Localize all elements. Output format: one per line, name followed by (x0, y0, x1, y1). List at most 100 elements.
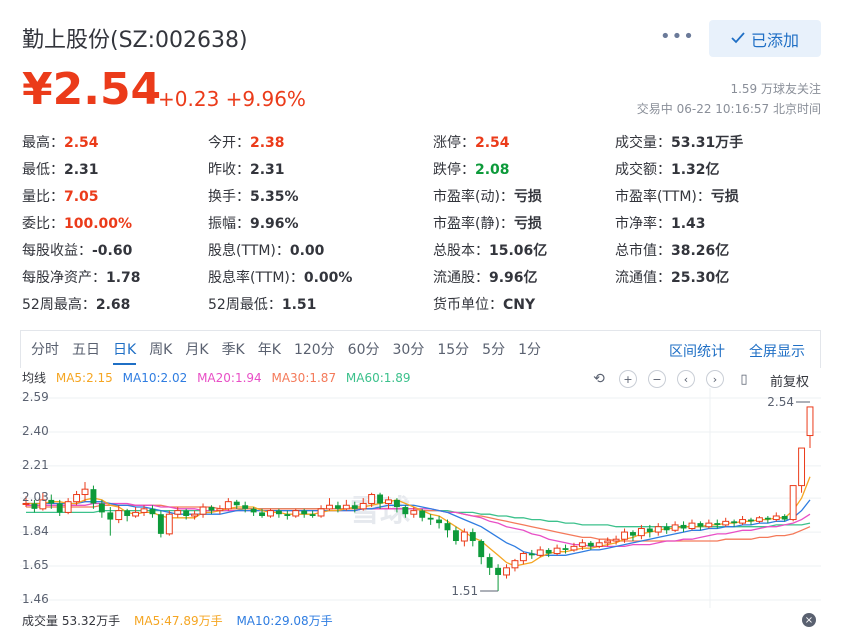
quote-label: 最高： (22, 135, 64, 151)
candle-body (789, 485, 797, 521)
candle-body (224, 501, 232, 510)
quote-value: 100.00% (64, 216, 133, 232)
zoom-in-icon[interactable]: + (619, 370, 637, 388)
quote-label: 涨停： (433, 135, 475, 151)
quote-item: 最低：2.31 (22, 159, 99, 179)
candle-body (216, 508, 224, 512)
tab-period[interactable]: 月K (185, 331, 208, 369)
tab-period[interactable]: 30分 (393, 331, 425, 369)
candle-body (377, 494, 384, 504)
quote-value: 53.31万手 (671, 135, 744, 151)
tab-period[interactable]: 5分 (482, 331, 505, 369)
candle-body (806, 406, 814, 437)
tab-period[interactable]: 15分 (437, 331, 469, 369)
followers-count[interactable]: 1.59 万球友关注 (730, 80, 821, 97)
quote-label: 股息(TTM)： (208, 243, 290, 259)
tab-period[interactable]: 60分 (348, 331, 380, 369)
candle-body (115, 510, 123, 521)
tab-period[interactable]: 分时 (31, 331, 59, 369)
tab-period[interactable]: 季K (222, 331, 245, 369)
candle-body (385, 499, 392, 504)
candle-body (630, 532, 636, 536)
quote-value: 2.54 (475, 135, 510, 151)
candle-body (536, 549, 544, 556)
quote-item: 52周最高：2.68 (22, 294, 130, 314)
tab-period[interactable]: 周K (149, 331, 172, 369)
more-icon[interactable]: ••• (660, 26, 695, 47)
candle-body (56, 503, 63, 513)
tab-period[interactable]: 1分 (518, 331, 541, 369)
candle-body (326, 504, 333, 510)
candle-body (334, 505, 341, 509)
tab-period[interactable]: 五日 (72, 331, 100, 369)
candle-body (519, 553, 527, 562)
ma30-value: MA30:1.87 (271, 371, 337, 385)
candle-body (452, 530, 459, 542)
fullscreen-link[interactable]: 全屏显示 (749, 341, 805, 361)
y-axis-label: 1.84 (22, 524, 49, 539)
candle-body (688, 522, 696, 529)
close-icon[interactable]: × (802, 613, 816, 627)
candle-body (284, 514, 291, 516)
quote-label: 总市值： (615, 243, 671, 259)
reset-icon[interactable]: ⟲ (590, 370, 608, 388)
candle-body (250, 508, 257, 513)
quote-label: 今开： (208, 135, 250, 151)
added-button[interactable]: 已添加 (709, 20, 821, 57)
candle-body (351, 505, 358, 509)
quote-item: 股息率(TTM)：0.00% (208, 267, 352, 287)
zoom-out-icon[interactable]: − (648, 370, 666, 388)
candle-body (259, 512, 265, 516)
candle-body (562, 548, 569, 550)
candle-body (798, 447, 806, 487)
quote-value: 亏损 (513, 216, 542, 232)
quote-label: 每股净资产： (22, 270, 106, 286)
quote-label: 市盈率(动)： (433, 189, 514, 205)
candle-body (545, 549, 552, 554)
candle-style-icon[interactable]: ▯ (735, 370, 753, 388)
quote-value: 1.43 (671, 216, 706, 232)
ma-label: 均线 (22, 371, 47, 385)
candle-body (410, 510, 418, 515)
candle-body (149, 508, 156, 515)
quote-item: 市净率：1.43 (615, 213, 706, 233)
quote-value: 2.68 (95, 297, 131, 313)
quote-label: 每股收益： (22, 243, 92, 259)
candle-body (755, 517, 763, 522)
quote-value: 9.96亿 (489, 270, 538, 286)
candle-body (301, 510, 308, 515)
quote-item: 今开：2.38 (208, 132, 285, 152)
quote-label: 股息率(TTM)： (208, 270, 304, 286)
range-stats-link[interactable]: 区间统计 (669, 341, 725, 361)
quote-value: 1.32亿 (671, 162, 720, 178)
candle-body (478, 541, 485, 558)
quote-label: 委比： (22, 216, 64, 232)
candle-body (275, 510, 282, 515)
scroll-right-icon[interactable]: › (706, 370, 724, 388)
quote-item: 量比：7.05 (22, 186, 99, 206)
candle-body (722, 520, 730, 526)
scroll-left-icon[interactable]: ‹ (677, 370, 695, 388)
candle-body (309, 514, 316, 516)
candle-body (157, 514, 164, 534)
volume-ma5: MA5:47.89万手 (134, 614, 223, 628)
tab-period[interactable]: 120分 (294, 331, 335, 369)
quote-item: 流通值：25.30亿 (615, 267, 729, 287)
quote-label: 市盈率(静)： (433, 216, 514, 232)
quote-value: -0.60 (92, 243, 133, 259)
low-annotation: 1.51 (451, 584, 478, 598)
candle-body (199, 506, 207, 515)
kline-chart[interactable]: 2.54 1.51 (20, 388, 821, 608)
quote-item: 最高：2.54 (22, 132, 99, 152)
tab-period[interactable]: 日K (113, 331, 137, 369)
quote-value: 25.30亿 (671, 270, 730, 286)
stock-title: 勤上股份(SZ:002638) (22, 28, 248, 53)
quote-value: 7.05 (64, 189, 99, 205)
candle-body (772, 515, 780, 521)
tab-period[interactable]: 年K (258, 331, 281, 369)
candle-body (570, 545, 578, 551)
candle-body (359, 502, 367, 510)
candle-body (731, 521, 738, 524)
candle-body (73, 494, 81, 503)
quote-label: 成交额： (615, 162, 671, 178)
